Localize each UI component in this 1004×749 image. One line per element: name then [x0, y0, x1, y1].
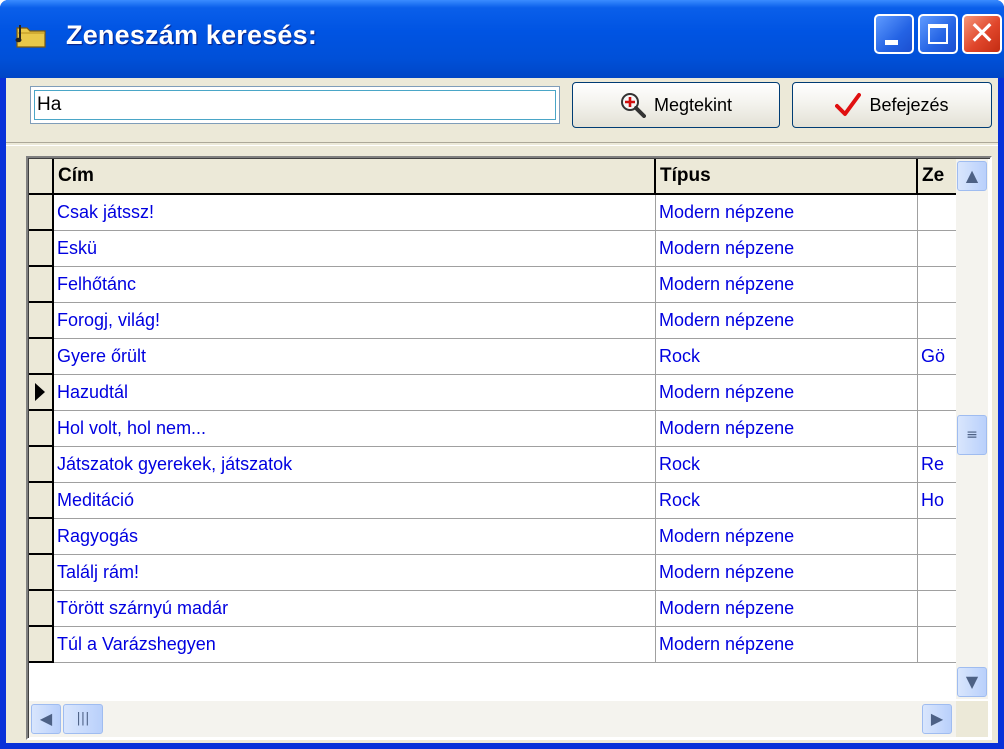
view-button-label: Megtekint — [653, 94, 733, 115]
row-selector[interactable] — [29, 267, 54, 303]
row-selector[interactable] — [29, 627, 54, 663]
folder-note-icon — [15, 25, 46, 48]
finish-button[interactable]: Befejezés — [792, 82, 992, 128]
close-icon: ✕ — [968, 14, 996, 52]
dialog-client-area: Megtekint Befejezés Cím Típus Ze Csak já… — [6, 78, 998, 743]
zoom-in-icon — [620, 93, 646, 118]
cell-type[interactable]: Rock — [656, 483, 918, 519]
cell-title[interactable]: Törött szárnyú madár — [54, 591, 656, 627]
scrollbar-corner — [956, 701, 988, 737]
row-selector[interactable] — [29, 447, 54, 483]
row-selector[interactable] — [29, 231, 54, 267]
row-selector[interactable] — [29, 303, 54, 339]
cell-type[interactable]: Rock — [656, 447, 918, 483]
scroll-left-icon[interactable]: ◀ — [31, 704, 61, 734]
row-selector[interactable] — [29, 519, 54, 555]
cell-type[interactable]: Modern népzene — [656, 303, 918, 339]
grid-inner: Cím Típus Ze Csak játssz! Modern népzene E… — [28, 158, 990, 738]
row-selector[interactable] — [29, 591, 54, 627]
cell-type[interactable]: Modern népzene — [656, 591, 918, 627]
results-grid[interactable]: Cím Típus Ze Csak játssz! Modern népzene E… — [26, 156, 992, 740]
cell-title[interactable]: Meditáció — [54, 483, 656, 519]
maximize-icon — [928, 24, 948, 44]
cell-type[interactable]: Modern népzene — [656, 519, 918, 555]
close-button[interactable]: ✕ — [962, 14, 1002, 54]
cell-type[interactable]: Modern népzene — [656, 375, 918, 411]
cell-title[interactable]: Hol volt, hol nem... — [54, 411, 656, 447]
minimize-button[interactable] — [874, 14, 914, 54]
cell-title[interactable]: Gyere őrült — [54, 339, 656, 375]
row-pointer-icon — [35, 383, 45, 401]
cell-type[interactable]: Modern népzene — [656, 627, 918, 663]
current-row-indicator[interactable] — [29, 375, 54, 411]
scroll-down-icon[interactable]: ▼ — [957, 667, 987, 697]
vertical-scroll-thumb[interactable]: ≡ — [957, 415, 987, 455]
maximize-button[interactable] — [918, 14, 958, 54]
header-corner — [29, 159, 54, 195]
cell-title[interactable]: Túl a Varázshegyen — [54, 627, 656, 663]
title-bar[interactable]: Zeneszám keresés: ✕ — [0, 0, 1004, 78]
cell-title[interactable]: Hazudtál — [54, 375, 656, 411]
cell-type[interactable]: Modern népzene — [656, 267, 918, 303]
minimize-icon — [885, 40, 898, 45]
horizontal-scrollbar[interactable]: ◀ ||| ▶ — [29, 701, 956, 737]
checkmark-icon — [835, 93, 862, 116]
scroll-up-icon[interactable]: ▲ — [957, 161, 987, 191]
column-header-title[interactable]: Cím — [54, 159, 656, 195]
row-selector[interactable] — [29, 411, 54, 447]
row-selector[interactable] — [29, 483, 54, 519]
vertical-scrollbar[interactable]: ▲ ≡ ▼ — [956, 159, 988, 699]
cell-title[interactable]: Játszatok gyerekek, játszatok — [54, 447, 656, 483]
cell-title[interactable]: Eskü — [54, 231, 656, 267]
cell-title[interactable]: Ragyogás — [54, 519, 656, 555]
app-window: Zeneszám keresés: ✕ Megtekint Befejezés — [0, 0, 1004, 749]
cell-title[interactable]: Felhőtánc — [54, 267, 656, 303]
separator — [6, 142, 998, 146]
row-selector[interactable] — [29, 555, 54, 591]
search-input[interactable] — [30, 86, 560, 124]
cell-title[interactable]: Találj rám! — [54, 555, 656, 591]
row-selector[interactable] — [29, 195, 54, 231]
finish-button-label: Befejezés — [869, 94, 949, 115]
cell-type[interactable]: Modern népzene — [656, 411, 918, 447]
cell-title[interactable]: Csak játssz! — [54, 195, 656, 231]
cell-type[interactable]: Rock — [656, 339, 918, 375]
column-header-type[interactable]: Típus — [656, 159, 918, 195]
cell-type[interactable]: Modern népzene — [656, 231, 918, 267]
scroll-right-icon[interactable]: ▶ — [922, 704, 952, 734]
row-selector[interactable] — [29, 339, 54, 375]
window-title: Zeneszám keresés: — [66, 20, 318, 50]
view-button[interactable]: Megtekint — [572, 82, 780, 128]
cell-title[interactable]: Forogj, világ! — [54, 303, 656, 339]
horizontal-scroll-thumb[interactable]: ||| — [63, 704, 103, 734]
cell-type[interactable]: Modern népzene — [656, 195, 918, 231]
cell-type[interactable]: Modern népzene — [656, 555, 918, 591]
